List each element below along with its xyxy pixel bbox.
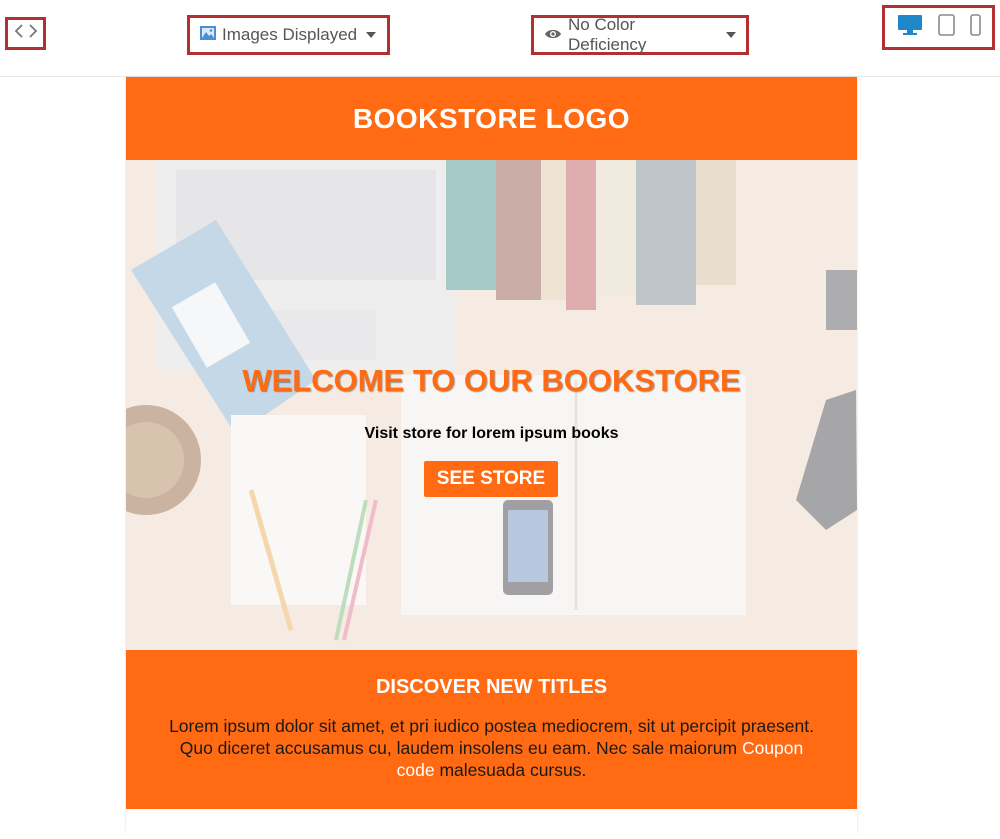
image-icon — [200, 25, 216, 45]
desktop-icon — [897, 14, 923, 41]
logo-header: BOOKSTORE LOGO — [126, 77, 857, 160]
discover-body-text: Lorem ipsum dolor sit amet, et pri iudic… — [169, 716, 814, 758]
device-switcher — [882, 5, 995, 50]
desktop-view-button[interactable] — [897, 14, 923, 41]
chevron-down-icon — [726, 32, 736, 38]
view-code-button[interactable] — [5, 17, 46, 50]
code-brackets-icon — [14, 23, 38, 44]
discover-body: Lorem ipsum dolor sit amet, et pri iudic… — [166, 715, 817, 781]
see-store-button[interactable]: SEE STORE — [424, 461, 558, 497]
discover-body-tail: malesuada cursus. — [439, 760, 587, 780]
preview-canvas: BOOKSTORE LOGO WELCOME TO OUR BOOKSTORE … — [0, 77, 1000, 839]
hero-overlay — [126, 160, 857, 650]
tablet-icon — [937, 14, 955, 41]
preview-toolbar: Images Displayed No Color Deficiency — [0, 0, 1000, 77]
eye-icon — [544, 25, 562, 45]
color-deficiency-dropdown[interactable]: No Color Deficiency — [531, 15, 749, 55]
discover-heading: DISCOVER NEW TITLES — [375, 676, 608, 698]
hero-subtitle: Visit store for lorem ipsum books — [364, 425, 619, 442]
hero-title: WELCOME TO OUR BOOKSTORE — [242, 363, 741, 398]
chevron-down-icon — [366, 32, 377, 38]
color-dropdown-label: No Color Deficiency — [568, 15, 647, 54]
tablet-view-button[interactable] — [937, 14, 955, 41]
images-dropdown-label: Images Displayed — [222, 25, 358, 44]
next-section — [126, 809, 857, 839]
mobile-view-button[interactable] — [969, 14, 981, 41]
email-template: BOOKSTORE LOGO WELCOME TO OUR BOOKSTORE … — [126, 77, 857, 839]
mobile-icon — [969, 14, 981, 41]
hero-section: WELCOME TO OUR BOOKSTORE Visit store for… — [126, 160, 857, 650]
images-display-dropdown[interactable]: Images Displayed — [187, 15, 390, 55]
logo-text: BOOKSTORE LOGO — [352, 102, 631, 134]
discover-section: DISCOVER NEW TITLES Lorem ipsum dolor si… — [126, 650, 857, 809]
